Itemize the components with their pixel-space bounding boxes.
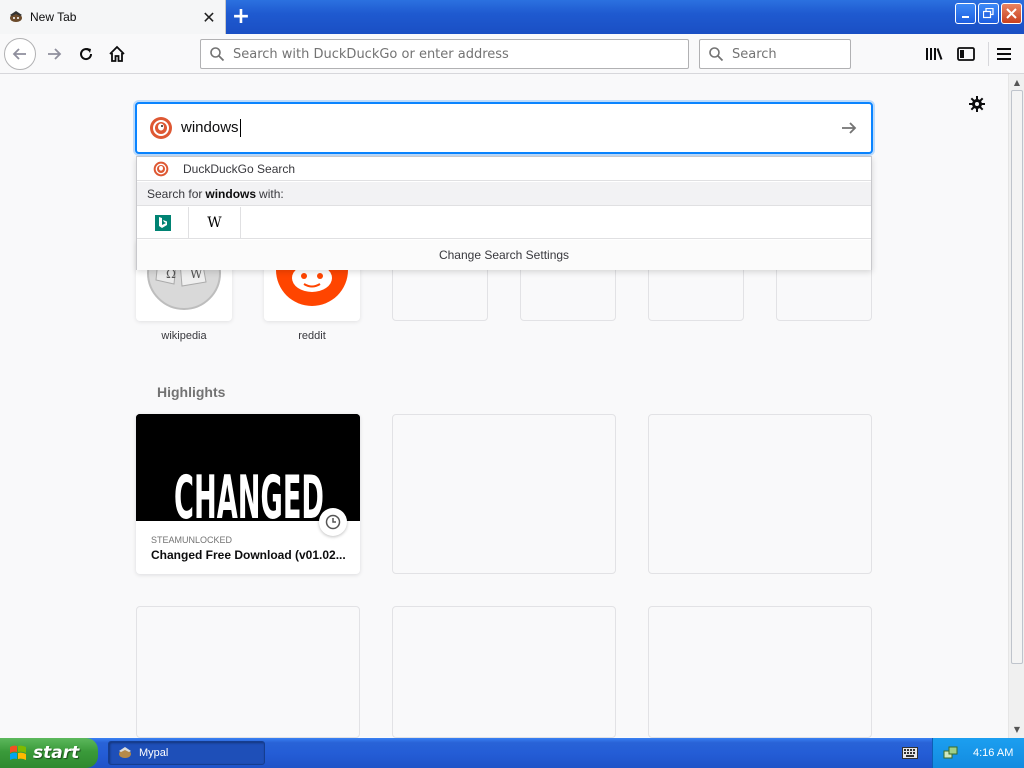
highlight-card[interactable]: CHANGED STEAMUNLOCKED Changed Free Downl…: [136, 414, 360, 574]
back-button[interactable]: [4, 38, 36, 70]
search-icon: [210, 47, 225, 62]
url-placeholder: Search with DuckDuckGo or enter address: [233, 46, 509, 62]
tab-close-icon[interactable]: ✕: [201, 8, 217, 27]
highlight-image-text: CHANGED: [174, 463, 324, 521]
scroll-up-icon[interactable]: ▲: [1011, 75, 1023, 89]
taskbar: start Mypal 4:16 AM: [0, 738, 1024, 768]
wikipedia-icon: W: [207, 214, 222, 231]
scrollbar-thumb[interactable]: [1011, 90, 1023, 664]
start-label: start: [33, 743, 80, 763]
highlight-placeholder: [392, 606, 616, 738]
highlights-heading: Highlights: [157, 384, 226, 400]
network-icon: [943, 746, 958, 759]
title-bar: New Tab ✕ +: [0, 0, 1024, 34]
duckduckgo-icon: [153, 161, 169, 176]
search-icon: [709, 47, 724, 62]
suggestion-duckduckgo[interactable]: DuckDuckGo Search: [137, 157, 871, 181]
start-button[interactable]: start: [0, 738, 98, 768]
gear-icon[interactable]: [966, 93, 988, 115]
taskbar-item-label: Mypal: [139, 747, 169, 759]
highlight-thumbnail: CHANGED: [136, 414, 360, 521]
search-bar[interactable]: Search: [699, 39, 851, 69]
vertical-scrollbar[interactable]: ▲ ▼: [1008, 74, 1024, 738]
change-search-settings-button[interactable]: Change Search Settings: [137, 240, 871, 270]
highlight-placeholder: [648, 606, 872, 738]
bing-icon: [154, 214, 171, 231]
newtab-search-value: windows: [181, 118, 241, 138]
toolbar-separator: [988, 42, 989, 66]
back-arrow-icon: [12, 48, 26, 60]
restore-button[interactable]: [978, 3, 999, 24]
tab-new-tab[interactable]: New Tab ✕: [0, 0, 226, 34]
newtab-search-input[interactable]: windows: [135, 102, 873, 154]
mypal-favicon-icon: [8, 9, 24, 25]
taskbar-item-mypal[interactable]: Mypal: [108, 741, 265, 765]
clock: 4:16 AM: [973, 747, 1014, 759]
forward-button[interactable]: [38, 38, 70, 70]
home-icon: [109, 45, 125, 62]
hamburger-menu-icon[interactable]: [994, 44, 1014, 64]
search-suggestions-dropdown: DuckDuckGo Search Search for windows with:…: [136, 156, 872, 270]
mypal-icon: [119, 747, 131, 758]
url-bar[interactable]: Search with DuckDuckGo or enter address: [200, 39, 689, 69]
close-window-button[interactable]: [1001, 3, 1022, 24]
navigation-toolbar: Search with DuckDuckGo or enter address …: [0, 34, 1024, 74]
library-icon[interactable]: [924, 44, 944, 64]
top-site-label[interactable]: wikipedia: [136, 330, 232, 342]
search-go-arrow-icon[interactable]: [839, 118, 859, 138]
bing-engine-button[interactable]: [137, 206, 189, 239]
duckduckgo-icon: [150, 117, 172, 139]
suggestion-label: DuckDuckGo Search: [183, 161, 296, 176]
search-placeholder: Search: [732, 46, 777, 62]
wikipedia-engine-button[interactable]: W: [189, 206, 241, 239]
highlight-title: Changed Free Download (v01.02...: [151, 548, 346, 562]
clock-icon: [319, 508, 347, 536]
highlight-placeholder: [136, 606, 360, 738]
forward-arrow-icon: [48, 48, 62, 60]
scroll-down-icon[interactable]: ▼: [1011, 722, 1023, 736]
search-for-with-label: Search for windows with:: [137, 182, 871, 206]
system-tray: 4:16 AM: [932, 738, 1024, 768]
tab-title: New Tab: [30, 10, 77, 24]
top-site-label[interactable]: reddit: [264, 330, 360, 342]
sidebar-icon[interactable]: [956, 44, 976, 64]
highlight-source: STEAMUNLOCKED: [151, 535, 233, 545]
highlight-placeholder: [648, 414, 872, 574]
new-tab-button[interactable]: +: [228, 2, 254, 30]
home-button[interactable]: [101, 38, 133, 70]
reload-icon: [80, 48, 93, 61]
minimize-button[interactable]: [955, 3, 976, 24]
reload-button[interactable]: [70, 38, 102, 70]
keyboard-icon[interactable]: [902, 747, 918, 759]
highlight-placeholder: [392, 414, 616, 574]
windows-logo-icon: [10, 745, 26, 760]
one-off-search-engines: W: [137, 206, 871, 239]
window-controls: [955, 3, 1022, 24]
